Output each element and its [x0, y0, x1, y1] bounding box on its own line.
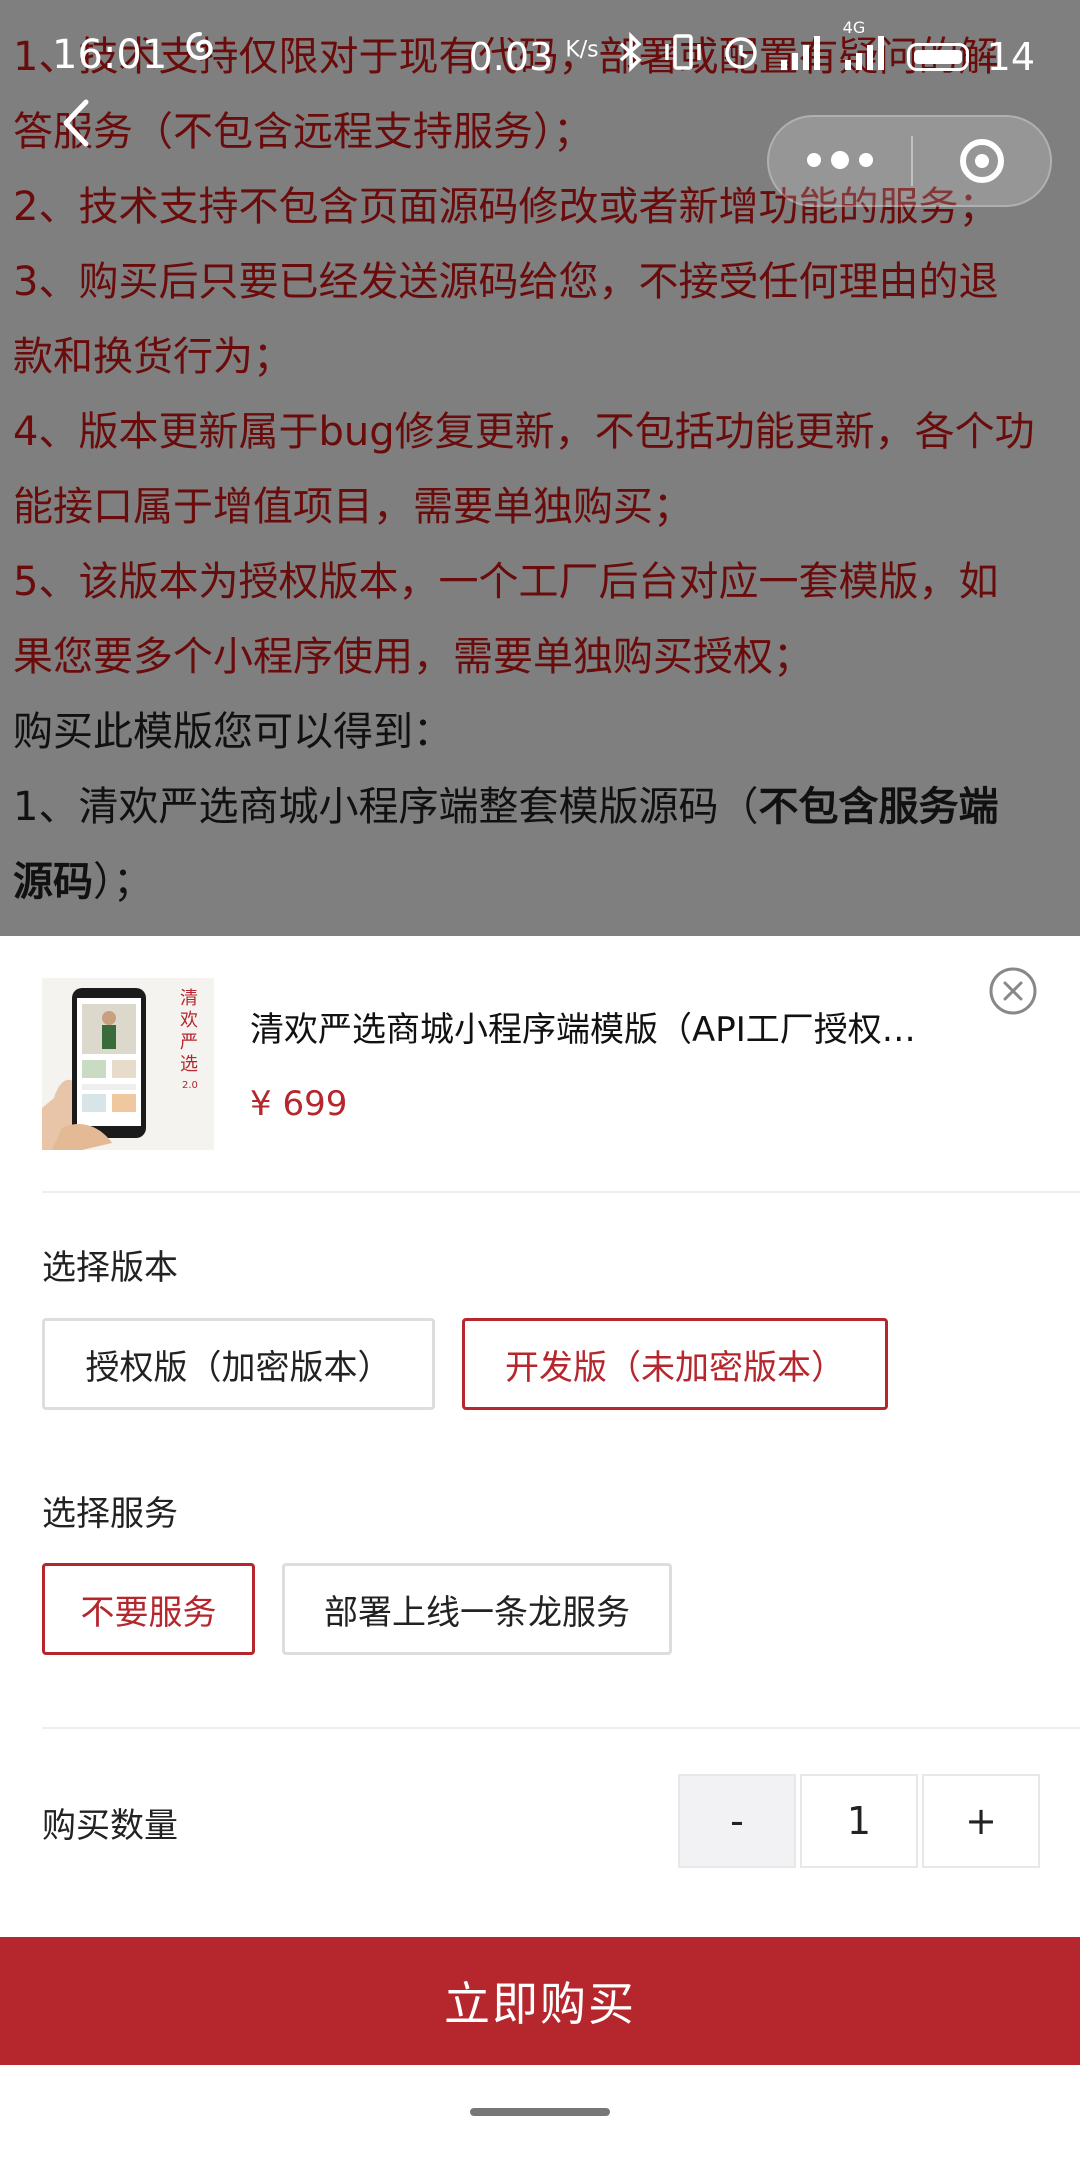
- more-dots-icon: [807, 153, 821, 167]
- vibrate-icon: [663, 32, 703, 81]
- signal-icon: [779, 32, 825, 81]
- service-section-label: 选择服务: [42, 1494, 178, 1534]
- back-button[interactable]: [52, 88, 102, 158]
- close-circle-icon: [989, 967, 1037, 1015]
- service-option-deploy[interactable]: 部署上线一条龙服务: [282, 1563, 672, 1655]
- net-speed: 0.03 K/s: [468, 34, 599, 79]
- status-bar: 16:01 0.03 K/s 4G 14: [0, 0, 1080, 110]
- service-option-none[interactable]: 不要服务: [42, 1563, 255, 1655]
- notification-icon: [180, 30, 220, 83]
- status-time: 16:01: [52, 32, 168, 78]
- battery-icon: [906, 42, 969, 71]
- bluetooth-icon: [617, 31, 645, 81]
- miniprogram-capsule: [767, 115, 1052, 207]
- increment-button[interactable]: +: [922, 1774, 1040, 1868]
- buy-now-button[interactable]: 立即购买: [0, 1937, 1080, 2065]
- thumbnail-brand-text: 清欢严选: [180, 988, 198, 1075]
- home-indicator[interactable]: [470, 2108, 610, 2116]
- version-section-label: 选择版本: [42, 1248, 178, 1288]
- alarm-icon: [721, 32, 761, 81]
- version-option-development[interactable]: 开发版（未加密版本）: [462, 1318, 888, 1410]
- divider: [42, 1727, 1080, 1729]
- target-circle-icon: [959, 139, 1004, 183]
- thumbnail-version-text: 2.0: [182, 1080, 198, 1091]
- version-option-licensed[interactable]: 授权版（加密版本）: [42, 1318, 435, 1410]
- status-icons: 0.03 K/s 4G 14: [468, 18, 1035, 81]
- quantity-label: 购买数量: [42, 1806, 178, 1846]
- decrement-button[interactable]: -: [678, 1774, 796, 1868]
- product-price: ¥ 699: [250, 1084, 348, 1124]
- close-sheet-button[interactable]: [988, 966, 1038, 1016]
- quantity-input[interactable]: 1: [800, 1774, 918, 1868]
- signal-4g-icon: 4G: [843, 18, 889, 81]
- purchase-sheet: 清欢严选 2.0 清欢严选商城小程序端模版（API工厂授权版） ¥ 699 选择…: [0, 936, 1080, 2160]
- product-title: 清欢严选商城小程序端模版（API工厂授权版）: [250, 1010, 920, 1050]
- battery-level: 14: [986, 34, 1035, 79]
- quantity-stepper: - 1 +: [678, 1774, 1040, 1868]
- more-options-button[interactable]: [769, 151, 911, 169]
- divider: [42, 1191, 1080, 1193]
- exit-miniprogram-button[interactable]: [913, 139, 1050, 183]
- chevron-left-icon: [63, 99, 89, 147]
- product-thumbnail: 清欢严选 2.0: [42, 978, 214, 1150]
